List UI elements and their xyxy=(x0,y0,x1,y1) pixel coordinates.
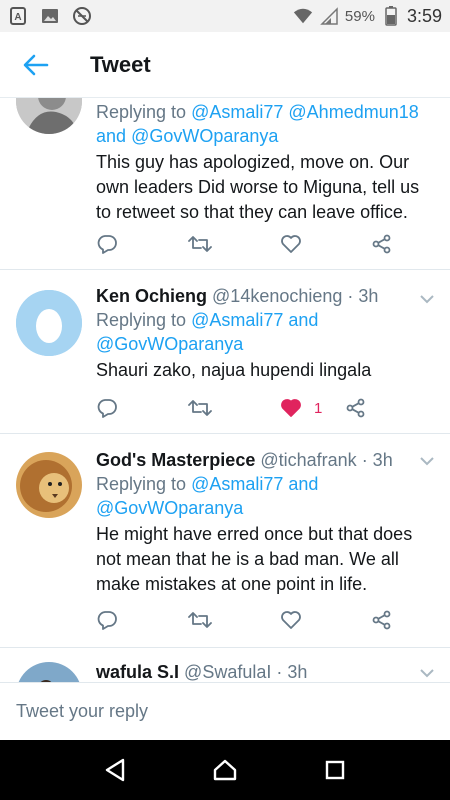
square-recents-icon xyxy=(325,760,345,780)
tweet-actions: 1 xyxy=(96,394,394,422)
blocked-sync-icon xyxy=(72,6,92,26)
text-note-icon: A xyxy=(8,6,28,26)
user-handle[interactable]: @14kenochieng xyxy=(212,286,342,306)
replying-and: and xyxy=(288,310,319,330)
reply-composer xyxy=(0,682,450,740)
user-handle[interactable]: @tichafrank xyxy=(260,450,356,470)
battery-icon xyxy=(381,6,401,26)
chevron-down-icon[interactable] xyxy=(420,668,434,678)
comment-icon xyxy=(97,235,117,254)
chevron-down-icon[interactable] xyxy=(420,294,434,304)
tweet-meta: wafula S.I @SwafulaI · 3h xyxy=(96,660,436,682)
comment-icon xyxy=(97,399,117,418)
mention-link[interactable]: @GovWOparanya xyxy=(96,498,243,518)
like-button[interactable] xyxy=(280,610,372,630)
reply-input[interactable] xyxy=(16,701,396,722)
tweet-text: He might have erred once but that does n… xyxy=(96,524,413,594)
mention-link[interactable]: @Asmali77 xyxy=(191,102,283,122)
avatar[interactable] xyxy=(16,662,82,682)
retweet-icon xyxy=(188,236,212,252)
nav-home-button[interactable] xyxy=(205,750,245,790)
tweet-time: · 3h xyxy=(361,450,393,470)
battery-percent: 59% xyxy=(344,7,375,25)
replying-to: Replying to @Asmali77 @Ahmedmun18 and @G… xyxy=(96,100,436,148)
like-count: 1 xyxy=(314,399,323,417)
wifi-icon xyxy=(293,6,313,26)
chevron-down-icon[interactable] xyxy=(420,456,434,466)
retweet-button[interactable] xyxy=(188,611,280,629)
mention-link[interactable]: @GovWOparanya xyxy=(131,126,278,146)
heart-outline-icon xyxy=(281,235,301,253)
replying-and: and xyxy=(96,126,127,146)
tweet-actions xyxy=(96,230,394,258)
tweet-text: This guy has apologized, move on. Our ow… xyxy=(96,152,420,222)
retweet-button[interactable] xyxy=(188,235,280,253)
nav-recents-button[interactable] xyxy=(315,750,355,790)
mention-link[interactable]: @Asmali77 xyxy=(191,474,283,494)
tweet-text: Shauri zako, najua hupendi lingala xyxy=(96,360,372,380)
home-icon xyxy=(213,759,237,781)
replying-and: and xyxy=(288,474,319,494)
arrow-left-icon xyxy=(23,54,49,75)
retweet-button[interactable] xyxy=(188,399,280,417)
heart-outline-icon xyxy=(281,611,301,629)
reply-button[interactable] xyxy=(96,398,188,418)
tweet-actions xyxy=(96,606,394,634)
top-app-bar: Tweet xyxy=(0,32,450,98)
tweet[interactable]: God's Masterpiece @tichafrank · 3h Reply… xyxy=(0,434,450,648)
page-title: Tweet xyxy=(90,51,151,77)
outdoor-avatar-icon xyxy=(16,662,82,682)
back-button[interactable] xyxy=(0,32,72,98)
share-icon xyxy=(372,234,391,254)
tweet-meta: Ken Ochieng @14kenochieng · 3h xyxy=(96,284,436,308)
svg-text:A: A xyxy=(14,12,21,23)
triangle-back-icon xyxy=(105,758,125,782)
tweet[interactable]: Ken Ochieng @14kenochieng · 3h Replying … xyxy=(0,270,450,434)
avatar[interactable] xyxy=(16,98,82,134)
share-button[interactable] xyxy=(372,234,392,254)
comment-icon xyxy=(97,611,117,630)
replying-to-label: Replying to xyxy=(96,102,187,122)
share-icon xyxy=(372,610,391,630)
image-icon xyxy=(40,6,60,26)
tweet-meta: God's Masterpiece @tichafrank · 3h xyxy=(96,448,436,472)
display-name[interactable]: Ken Ochieng xyxy=(96,286,207,306)
nav-back-button[interactable] xyxy=(95,750,135,790)
reply-feed[interactable]: Replying to @Asmali77 @Ahmedmun18 and @G… xyxy=(0,98,450,682)
reply-button[interactable] xyxy=(96,234,188,254)
retweet-icon xyxy=(188,612,212,628)
status-bar: A 59% 3:59 xyxy=(0,0,450,32)
avatar[interactable] xyxy=(16,452,82,518)
like-button[interactable] xyxy=(280,234,372,254)
replying-to: Replying to @Asmali77 and @GovWOparanya xyxy=(96,472,436,520)
tweet[interactable]: Replying to @Asmali77 @Ahmedmun18 and @G… xyxy=(0,98,450,270)
avatar[interactable] xyxy=(16,290,82,356)
replying-to-label: Replying to xyxy=(96,310,187,330)
egg-avatar-icon xyxy=(16,290,82,356)
user-handle[interactable]: @SwafulaI xyxy=(184,662,271,682)
cell-signal-icon xyxy=(319,6,339,26)
mention-link[interactable]: @Asmali77 xyxy=(191,310,283,330)
replying-to: Replying to @Asmali77 and @GovWOparanya xyxy=(96,308,436,356)
heart-filled-icon xyxy=(281,399,301,417)
lion-avatar-icon xyxy=(16,452,82,518)
share-icon xyxy=(346,398,365,418)
mention-link[interactable]: @Ahmedmun18 xyxy=(288,102,418,122)
reply-button[interactable] xyxy=(96,610,188,630)
replying-to-label: Replying to xyxy=(96,474,187,494)
tweet[interactable]: wafula S.I @SwafulaI · 3h xyxy=(0,648,450,682)
tweet-time: · 3h xyxy=(347,286,379,306)
clock: 3:59 xyxy=(406,5,442,26)
display-name[interactable]: wafula S.I xyxy=(96,662,179,682)
tweet-time: · 3h xyxy=(276,662,308,682)
system-nav-bar xyxy=(0,740,450,800)
share-button[interactable] xyxy=(372,610,392,630)
retweet-icon xyxy=(188,400,212,416)
mention-link[interactable]: @GovWOparanya xyxy=(96,334,243,354)
share-button[interactable] xyxy=(346,398,366,418)
display-name[interactable]: God's Masterpiece xyxy=(96,450,255,470)
